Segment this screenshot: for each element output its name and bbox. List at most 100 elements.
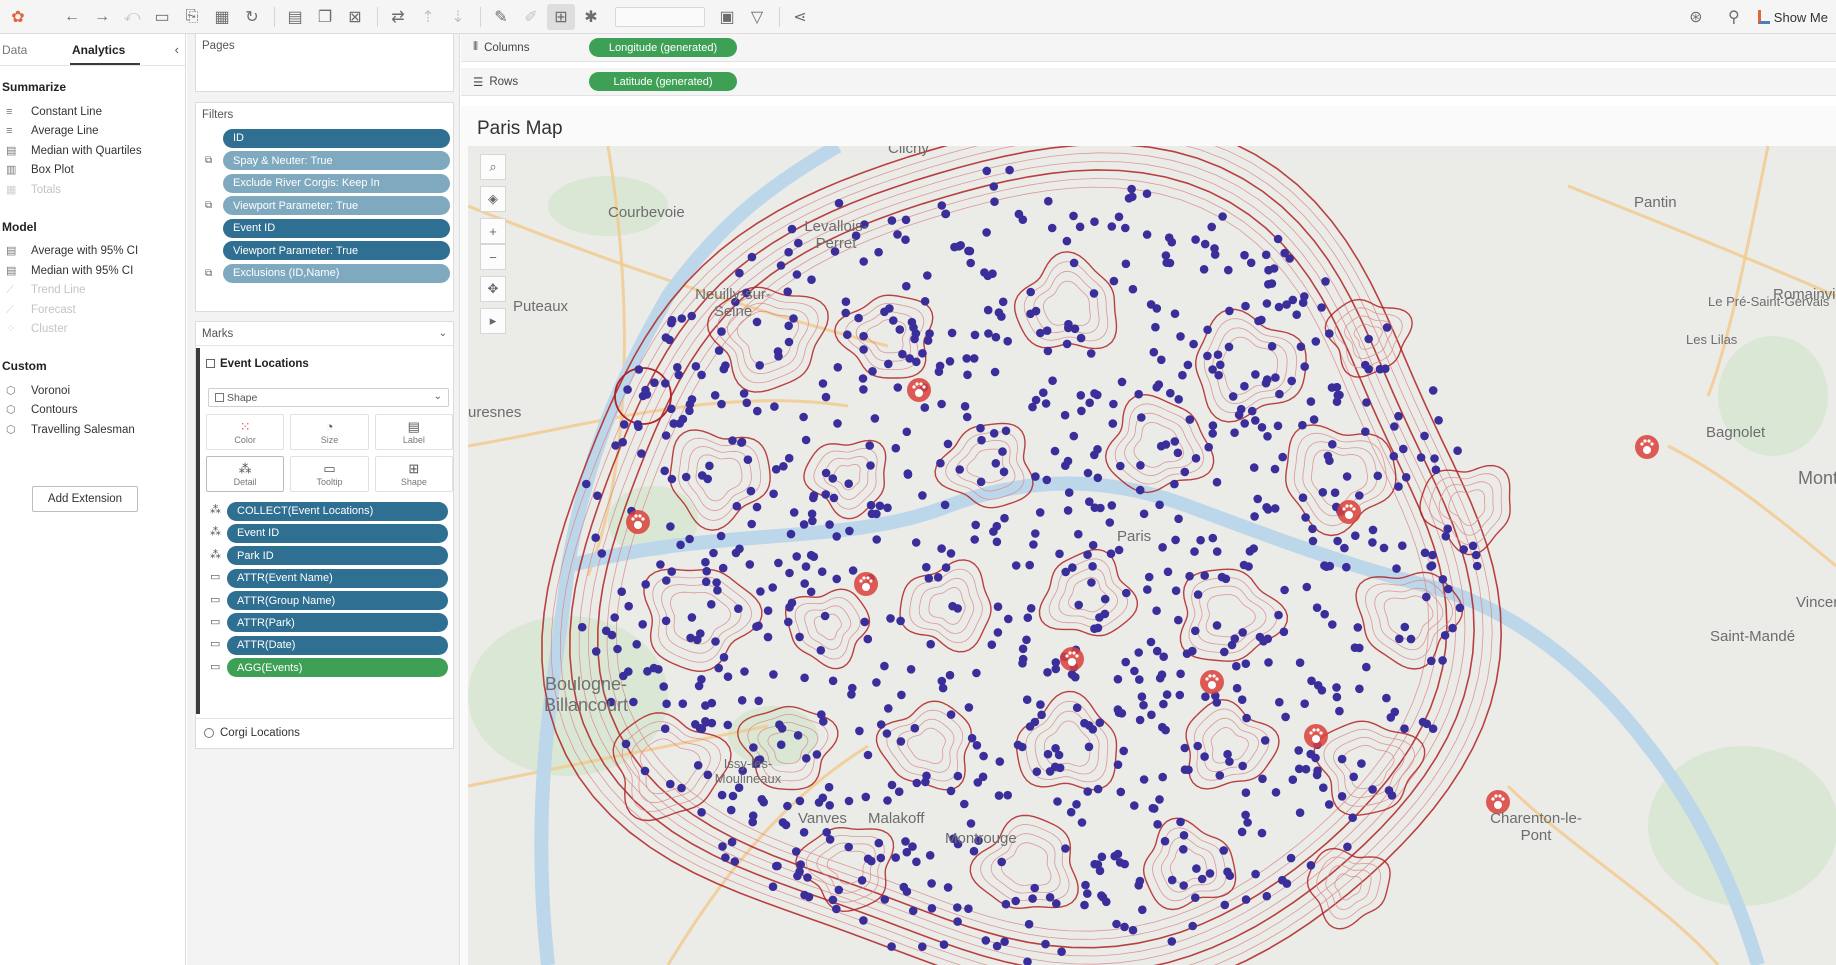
map-svg[interactable] [468,146,1836,965]
mark-pill[interactable]: ATTR(Park) [227,613,448,633]
layers-icon[interactable]: ◈ [480,186,506,212]
event-point[interactable] [1176,669,1185,679]
event-point[interactable] [1241,810,1250,820]
event-point[interactable] [897,690,906,700]
event-point[interactable] [1032,767,1042,776]
event-point[interactable] [1167,937,1177,946]
event-point[interactable] [821,468,831,478]
event-point[interactable] [1215,771,1225,780]
event-point[interactable] [768,583,777,592]
event-point[interactable] [1146,300,1156,309]
event-point[interactable] [1394,411,1403,421]
event-point[interactable] [1061,844,1070,853]
event-point[interactable] [966,819,976,828]
event-point[interactable] [859,257,868,266]
event-point[interactable] [1117,377,1127,387]
event-point[interactable] [1083,550,1092,559]
event-point[interactable] [1223,749,1232,759]
event-point[interactable] [1024,919,1034,929]
event-point[interactable] [1308,536,1318,546]
pan-icon[interactable]: ✥ [480,276,506,302]
event-point[interactable] [911,538,921,547]
event-point[interactable] [1018,644,1028,654]
filter-pill[interactable]: Viewport Parameter: True [223,241,450,261]
event-point[interactable] [763,606,773,615]
event-point[interactable] [687,395,697,404]
event-point[interactable] [769,489,778,499]
event-point[interactable] [691,362,701,371]
event-point[interactable] [676,540,685,550]
map-canvas[interactable]: Clichy Neuilly-sur-Seine Courbevoie Levallo… [468,146,1836,965]
analytics-item-median-with-95-ci[interactable]: ▤ Median with 95% CI [0,261,185,281]
event-point[interactable] [1204,442,1213,452]
event-point[interactable] [1420,548,1430,558]
event-point[interactable] [1257,423,1267,432]
event-point[interactable] [687,613,697,622]
event-point[interactable] [876,720,886,729]
event-point[interactable] [925,329,934,338]
event-point[interactable] [1093,473,1103,483]
event-point[interactable] [887,780,897,790]
event-point[interactable] [1426,562,1435,571]
event-point[interactable] [1332,683,1341,692]
event-point[interactable] [880,661,889,671]
annotate-icon[interactable]: ✐ [517,4,545,30]
park-marker[interactable] [1200,670,1224,694]
tableau-logo-icon[interactable]: ✿ [4,4,32,30]
event-point[interactable] [891,443,901,453]
event-point[interactable] [746,486,756,496]
event-point[interactable] [990,367,1000,377]
show-me-button[interactable]: Show Me [1757,10,1828,25]
event-point[interactable] [1330,488,1340,498]
event-point[interactable] [1086,349,1096,358]
event-point[interactable] [1306,861,1316,870]
event-point[interactable] [1000,937,1009,946]
event-point[interactable] [1061,567,1070,577]
event-point[interactable] [618,437,627,447]
event-point[interactable] [1203,325,1212,335]
event-point[interactable] [936,458,945,468]
event-point[interactable] [795,796,805,806]
event-point[interactable] [1197,874,1207,884]
event-point[interactable] [1420,431,1429,441]
event-point[interactable] [1238,628,1247,637]
event-point[interactable] [1227,640,1237,650]
event-point[interactable] [945,670,955,680]
event-point[interactable] [1018,215,1028,224]
event-point[interactable] [855,726,864,736]
event-point[interactable] [1084,721,1094,730]
event-point[interactable] [990,197,999,206]
event-point[interactable] [1161,251,1171,260]
event-point[interactable] [711,637,720,646]
event-point[interactable] [997,857,1006,867]
event-point[interactable] [1109,399,1118,409]
mark-size-button[interactable]: ◔ Size [290,414,369,450]
event-point[interactable] [962,354,971,363]
event-point[interactable] [1298,493,1308,503]
fix-axes-icon[interactable]: ▣ [713,4,741,30]
event-point[interactable] [1081,880,1090,890]
event-point[interactable] [1095,613,1104,622]
analytics-item-forecast[interactable]: ⟋ Forecast [0,300,185,320]
event-point[interactable] [1362,662,1371,672]
event-point[interactable] [800,890,809,900]
event-point[interactable] [926,639,935,649]
event-point[interactable] [1208,429,1217,438]
event-point[interactable] [649,663,659,673]
event-point[interactable] [701,717,710,726]
event-point[interactable] [775,720,784,729]
event-point[interactable] [610,613,619,622]
event-point[interactable] [978,772,988,782]
event-point[interactable] [1163,567,1173,577]
event-point[interactable] [1084,742,1094,752]
event-point[interactable] [793,871,802,881]
present-icon[interactable]: ⊛ [1682,4,1710,30]
event-point[interactable] [1179,845,1188,854]
event-point[interactable] [1399,444,1408,454]
event-point[interactable] [1005,165,1014,175]
event-point[interactable] [1158,543,1167,552]
event-point[interactable] [756,587,765,596]
event-point[interactable] [1072,703,1082,712]
event-point[interactable] [1386,713,1396,722]
mark-tooltip-button[interactable]: ▭ Tooltip [290,456,369,492]
